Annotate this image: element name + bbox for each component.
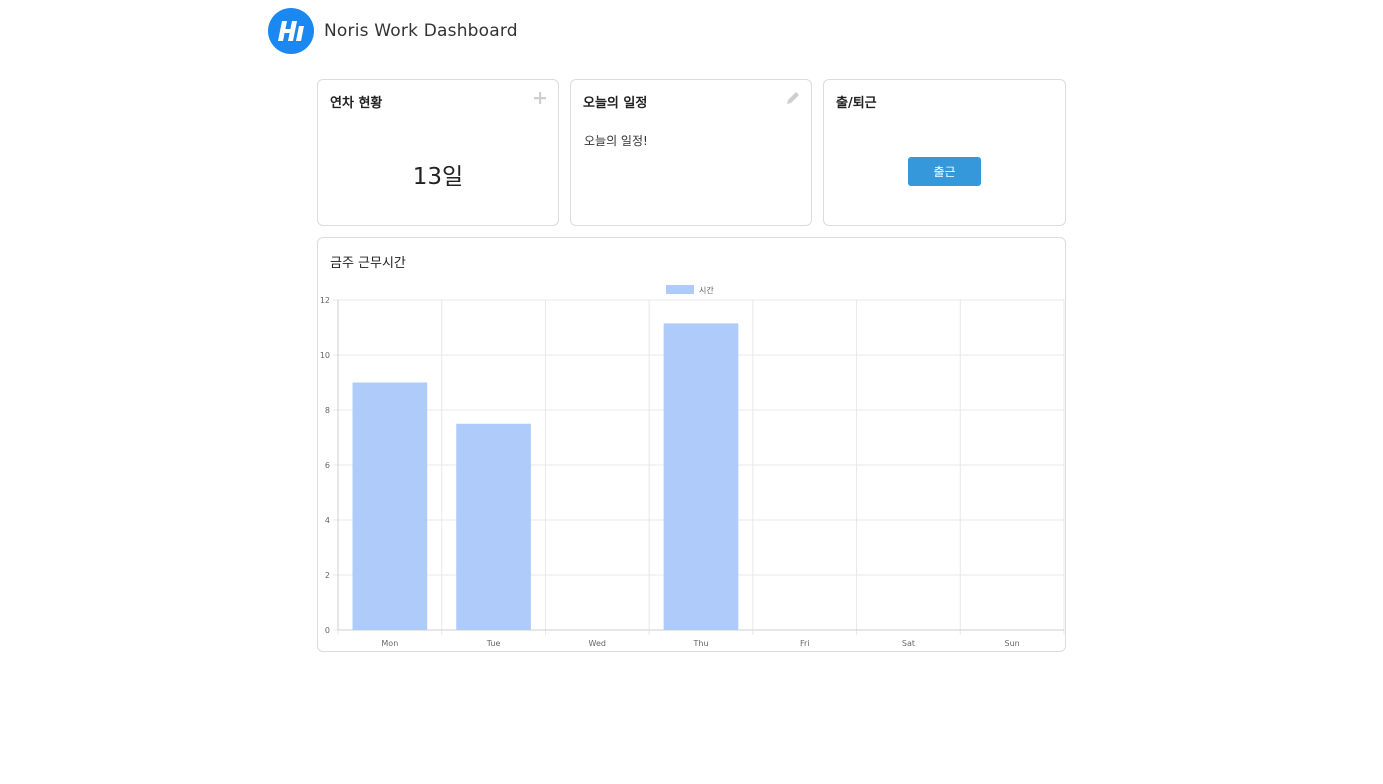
x-tick-label: Fri (800, 639, 810, 648)
x-tick-label: Thu (692, 639, 708, 648)
y-tick-label: 4 (325, 516, 330, 525)
app-header: Noris Work Dashboard (268, 6, 518, 56)
bar-tue (456, 423, 531, 630)
x-tick-label: Tue (486, 639, 501, 648)
x-tick-label: Mon (381, 639, 398, 648)
x-tick-label: Sat (902, 639, 915, 648)
logo-mark-icon (278, 21, 304, 41)
x-tick-label: Wed (589, 639, 606, 648)
attendance-card-title: 출/퇴근 (836, 96, 877, 111)
x-tick-label: Sun (1005, 639, 1020, 648)
app-title: Noris Work Dashboard (324, 21, 518, 41)
attendance-card: 출/퇴근 출근 (823, 79, 1066, 226)
y-tick-label: 12 (320, 296, 330, 305)
legend-label: 시간 (699, 285, 714, 295)
chart-card-title: 금주 근무시간 (330, 256, 406, 271)
y-tick-label: 6 (325, 461, 330, 470)
leave-status-card: 연차 현황 13일 (317, 79, 559, 226)
leave-days-value: 13일 (412, 164, 464, 190)
y-tick-label: 10 (320, 351, 330, 360)
app-logo[interactable] (268, 8, 314, 54)
schedule-text: 오늘의 일정! (584, 134, 648, 148)
plus-icon[interactable] (532, 90, 548, 106)
y-tick-label: 0 (325, 626, 330, 635)
check-in-button[interactable]: 출근 (908, 157, 981, 186)
weekly-hours-chart: 0 2 4 6 8 10 12 Mon Tue Wed Thu Fri Sat Sun 시간 (320, 285, 1065, 648)
y-tick-label: 8 (325, 406, 330, 415)
weekly-hours-card: 0 2 4 6 8 10 12 Mon Tue Wed Thu Fri Sat Sun 시간 금주 근무시간 (317, 237, 1066, 652)
schedule-card-title: 오늘의 일정 (583, 96, 648, 111)
y-tick-label: 2 (325, 571, 330, 580)
bar-mon (352, 382, 428, 630)
leave-card-title: 연차 현황 (330, 96, 383, 111)
bar-thu (663, 323, 739, 630)
legend-swatch (666, 285, 694, 294)
schedule-card: 오늘의 일정 오늘의 일정! (570, 79, 812, 226)
pencil-icon[interactable] (785, 90, 801, 106)
